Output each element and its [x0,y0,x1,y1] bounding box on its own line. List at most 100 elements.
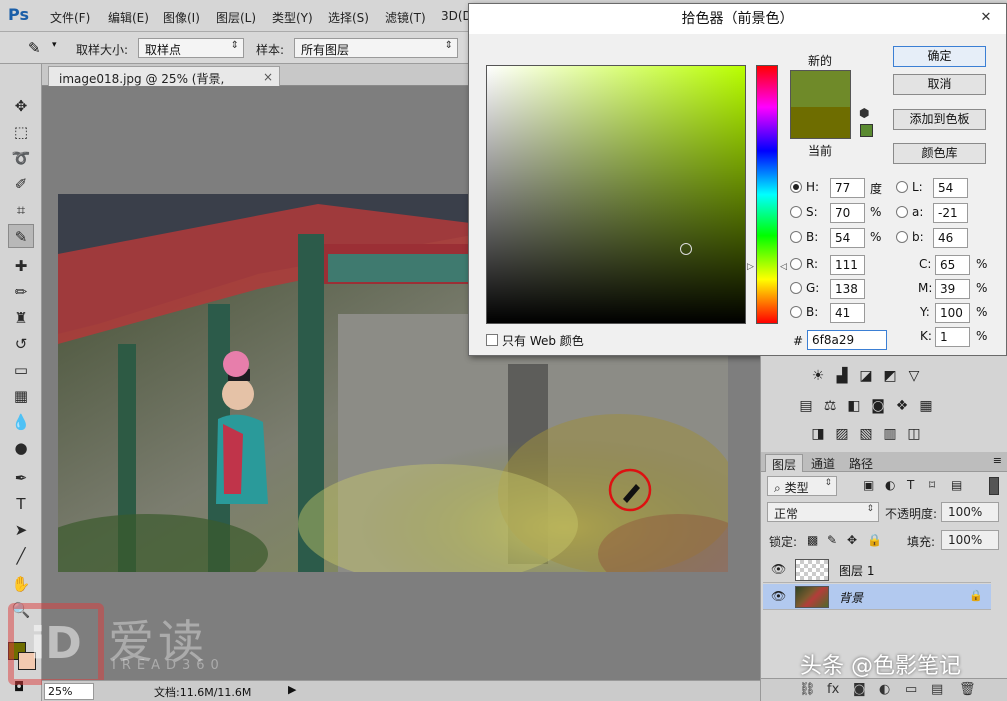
vibrance-icon[interactable]: ▽ [905,368,923,384]
ok-button[interactable]: 确定 [893,46,986,67]
gradient-map-icon[interactable]: ▥ [881,426,899,442]
cancel-button[interactable]: 取消 [893,74,986,95]
menu-type[interactable]: 类型(Y) [272,9,313,26]
crop-tool-icon[interactable]: ⌗ [8,198,34,222]
color-field-cursor[interactable] [680,243,692,255]
hue-slider[interactable] [756,65,778,324]
r-radio[interactable] [790,258,802,270]
hand-tool-icon[interactable]: ✋ [8,572,34,596]
layer-filter-select[interactable]: ⌕ 类型 ⇕ [767,476,837,496]
web-only-checkbox[interactable] [486,334,498,346]
blue-field[interactable]: 41 [830,303,865,323]
filter-smart-object-icon[interactable]: ▤ [951,478,962,492]
tab-channels[interactable]: 通道 [805,454,841,472]
panel-menu-icon[interactable]: ≡ [993,454,1002,467]
color-field[interactable] [486,65,746,324]
selective-color-icon[interactable]: ◫ [905,426,923,442]
path-select-tool-icon[interactable]: ➤ [8,518,34,542]
filter-toggle[interactable] [989,477,999,495]
curves-icon[interactable]: ◪ [857,368,875,384]
mask-icon[interactable]: ◙ [853,682,866,697]
levels-icon[interactable]: ▟ [833,368,851,384]
add-to-swatches-button[interactable]: 添加到色板 [893,109,986,130]
eraser-tool-icon[interactable]: ▭ [8,358,34,382]
current-color-swatch[interactable] [790,107,851,139]
h-radio[interactable] [790,181,802,193]
lab-b-field[interactable]: 46 [933,228,968,248]
trash-icon[interactable]: 🗑 [959,682,976,697]
gradient-tool-icon[interactable]: ▦ [8,384,34,408]
sample-size-select[interactable]: 取样点 ⇕ [138,38,244,58]
marquee-tool-icon[interactable]: ⬚ [8,120,34,144]
eye-icon[interactable]: 👁 [771,562,786,576]
lock-all-icon[interactable]: 🔒 [867,533,882,547]
color-balance-icon[interactable]: ⚖ [821,398,839,414]
hex-field[interactable]: 6f8a29 [807,330,887,350]
layer-name[interactable]: 图层 1 [839,562,874,579]
menu-select[interactable]: 选择(S) [328,9,369,26]
eyedropper-tool-icon[interactable]: ✎ [8,224,34,248]
m-field[interactable]: 39 [935,279,970,299]
r-field[interactable]: 111 [830,255,865,275]
sample-select[interactable]: 所有图层 ⇕ [294,38,458,58]
move-tool-icon[interactable]: ✥ [8,94,34,118]
photo-filter-icon[interactable]: ◙ [869,398,887,414]
link-icon[interactable]: ⛓ [799,682,816,697]
stamp-tool-icon[interactable]: ♜ [8,306,34,330]
lock-transparent-icon[interactable]: ▩ [807,533,818,547]
c-field[interactable]: 65 [935,255,970,275]
h-field[interactable]: 77 [830,178,865,198]
menu-file[interactable]: 文件(F) [50,9,90,26]
filter-type-icon[interactable]: T [907,478,914,492]
menu-edit[interactable]: 编辑(E) [108,9,149,26]
lock-pixels-icon[interactable]: ✎ [827,533,837,547]
filter-pixel-icon[interactable]: ▣ [863,478,874,492]
tab-paths[interactable]: 路径 [843,454,879,472]
color-libraries-button[interactable]: 颜色库 [893,143,986,164]
filter-shape-icon[interactable]: ⌑ [929,478,935,492]
brightness-field[interactable]: 54 [830,228,865,248]
close-icon[interactable]: × [263,70,273,84]
g-field[interactable]: 138 [830,279,865,299]
brush-tool-icon[interactable]: ✏ [8,280,34,304]
brightness-contrast-icon[interactable]: ☀ [809,368,827,384]
history-brush-tool-icon[interactable]: ↺ [8,332,34,356]
s-field[interactable]: 70 [830,203,865,223]
document-tab[interactable]: image018.jpg @ 25% (背景, RGB/8) * × [48,66,280,101]
layer-row[interactable]: 👁 图层 1 [763,557,991,583]
a-radio[interactable] [896,206,908,218]
y-field[interactable]: 100 [935,303,970,323]
posterize-icon[interactable]: ▨ [833,426,851,442]
layer-row-selected[interactable]: 👁 背景 🔒 [763,584,991,610]
color-lookup-icon[interactable]: ▦ [917,398,935,414]
healing-brush-tool-icon[interactable]: ✚ [8,254,34,278]
lasso-tool-icon[interactable]: ➰ [8,146,34,170]
blue-radio[interactable] [790,306,802,318]
menu-filter[interactable]: 滤镜(T) [385,9,426,26]
lock-position-icon[interactable]: ✥ [847,533,857,547]
group-folder-icon[interactable]: ▭ [905,682,917,697]
filter-adjustment-icon[interactable]: ◐ [885,478,895,492]
hue-slider-left-arrow-icon[interactable]: ▷ [747,262,754,272]
tab-layers[interactable]: 图层 [765,454,804,472]
brightness-radio[interactable] [790,231,802,243]
channel-mixer-icon[interactable]: ❖ [893,398,911,414]
out-of-gamut-cube-icon[interactable]: ⬢ [859,106,869,120]
layer-name[interactable]: 背景 [839,589,863,606]
menu-layer[interactable]: 图层(L) [216,9,256,26]
blend-mode-select[interactable]: 正常 ⇕ [767,502,879,522]
pen-tool-icon[interactable]: ✒ [8,466,34,490]
zoom-field[interactable]: 25% [44,683,94,700]
fill-field[interactable]: 100% [941,530,999,550]
black-white-icon[interactable]: ◧ [845,398,863,414]
s-radio[interactable] [790,206,802,218]
g-radio[interactable] [790,282,802,294]
hue-saturation-icon[interactable]: ▤ [797,398,815,414]
close-icon[interactable]: ✕ [972,7,1000,29]
eyedropper-icon[interactable]: ✎ [28,39,41,57]
type-tool-icon[interactable]: T [8,492,34,516]
adjustment-layer-icon[interactable]: ◐ [879,682,890,697]
fx-icon[interactable]: fx [827,682,839,697]
eye-icon[interactable]: 👁 [771,589,786,603]
dodge-tool-icon[interactable]: ● [8,436,34,460]
